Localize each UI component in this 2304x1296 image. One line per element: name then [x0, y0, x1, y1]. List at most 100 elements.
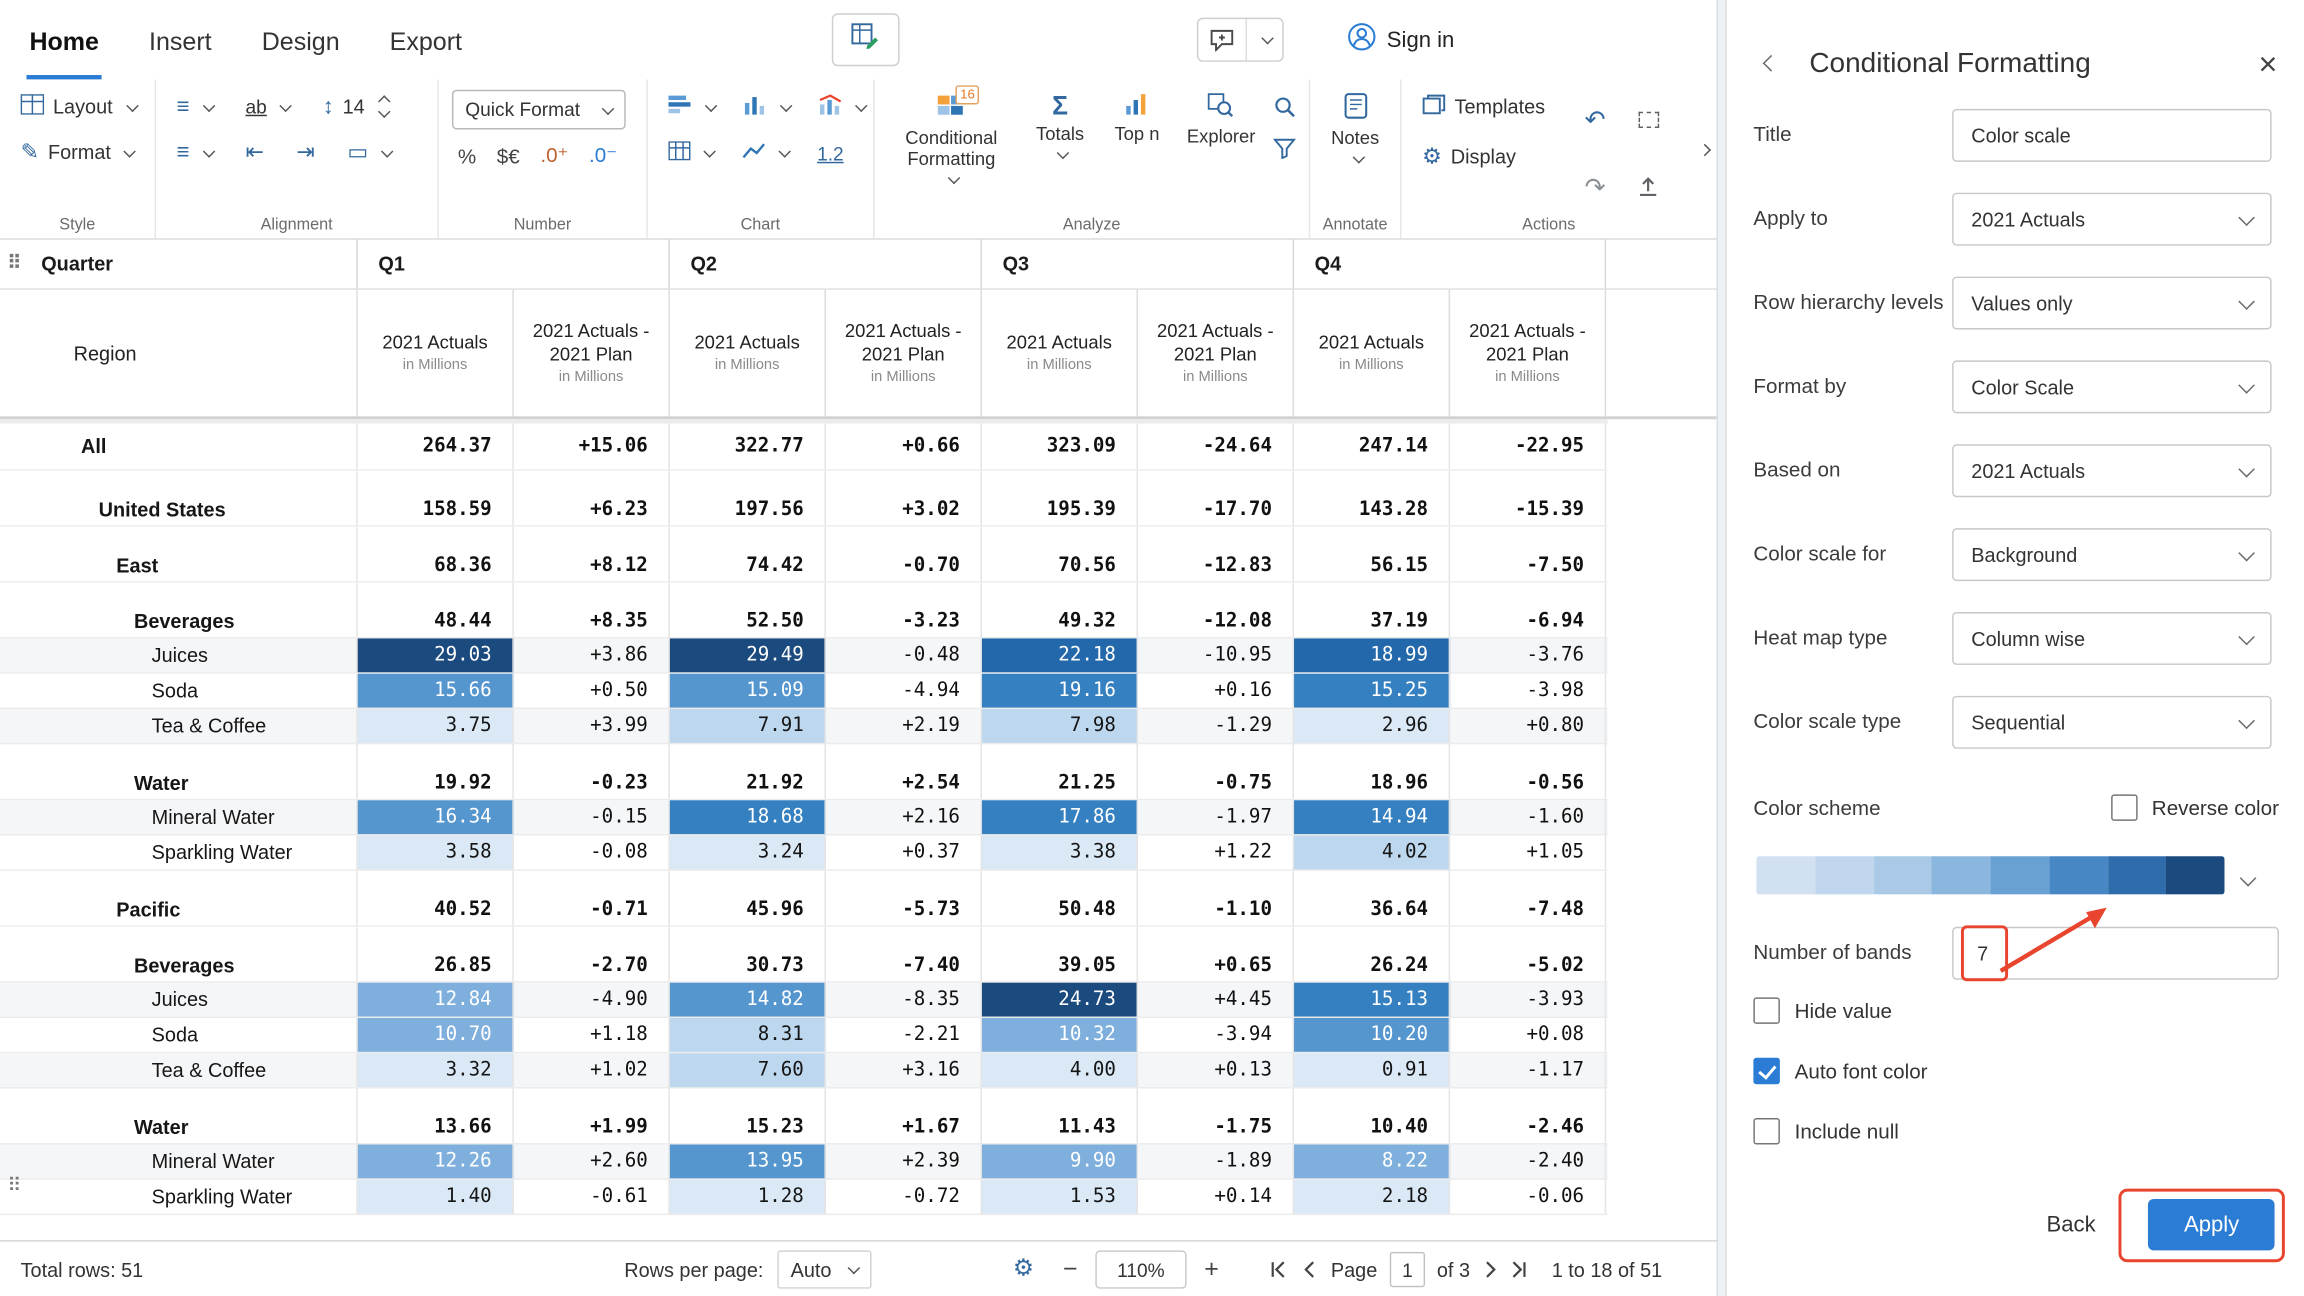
value-cell[interactable]: 8.31 — [670, 1018, 826, 1052]
value-cell[interactable]: 15.66 — [358, 674, 514, 708]
panel-splitter[interactable] — [1717, 0, 1726, 1296]
value-cell[interactable]: -0.71 — [514, 871, 670, 925]
value-cell[interactable]: +0.37 — [826, 836, 982, 870]
value-cell[interactable]: +2.60 — [514, 1145, 670, 1179]
value-cell[interactable]: -12.08 — [1138, 583, 1294, 637]
table-row[interactable]: All264.37+15.06322.77+0.66323.09-24.6424… — [0, 424, 1608, 471]
value-cell[interactable]: +0.08 — [1450, 1018, 1606, 1052]
currency-button[interactable]: $€ — [497, 143, 520, 167]
tab-home[interactable]: Home — [26, 28, 101, 79]
table-row[interactable]: Water19.92-0.2321.92+2.5421.25-0.7518.96… — [0, 744, 1608, 800]
quick-format-select[interactable]: Quick Format — [452, 90, 626, 130]
tab-export[interactable]: Export — [387, 28, 465, 79]
zoom-out-button[interactable]: − — [1063, 1242, 1078, 1296]
include-null-checkbox[interactable]: Include null — [1753, 1118, 1927, 1144]
value-cell[interactable]: 49.32 — [982, 583, 1138, 637]
zoom-level[interactable]: 110% — [1095, 1250, 1186, 1288]
layout-button[interactable]: Layout — [13, 90, 141, 124]
value-cell[interactable]: 56.15 — [1294, 527, 1450, 581]
value-cell[interactable]: 247.14 — [1294, 424, 1450, 470]
value-cell[interactable]: 19.92 — [358, 744, 514, 798]
table-row[interactable]: Juices29.03+3.8629.49-0.4822.18-10.9518.… — [0, 638, 1608, 673]
value-cell[interactable]: 50.48 — [982, 871, 1138, 925]
value-cell[interactable]: +1.18 — [514, 1018, 670, 1052]
value-cell[interactable]: 52.50 — [670, 583, 826, 637]
value-cell[interactable]: +3.99 — [514, 709, 670, 743]
value-cell[interactable]: -4.94 — [826, 674, 982, 708]
table-row[interactable]: Tea & Coffee3.75+3.997.91+2.197.98-1.292… — [0, 709, 1608, 744]
value-cell[interactable]: 15.23 — [670, 1089, 826, 1143]
delta-column-header[interactable]: 2021 Actuals - 2021 Planin Millions — [1450, 290, 1606, 417]
value-cell[interactable]: 7.91 — [670, 709, 826, 743]
value-cell[interactable]: 8.22 — [1294, 1145, 1450, 1179]
value-cell[interactable]: 3.58 — [358, 836, 514, 870]
value-cell[interactable]: +1.99 — [514, 1089, 670, 1143]
value-cell[interactable]: +1.67 — [826, 1089, 982, 1143]
top-n-button[interactable]: Top n — [1105, 90, 1169, 147]
rows-per-page-select[interactable]: Auto — [777, 1250, 871, 1288]
value-cell[interactable]: +3.02 — [826, 471, 982, 525]
value-cell[interactable]: +2.39 — [826, 1145, 982, 1179]
value-cell[interactable]: -1.60 — [1450, 800, 1606, 834]
hide-value-checkbox-box[interactable] — [1753, 997, 1779, 1023]
value-cell[interactable]: +1.02 — [514, 1053, 670, 1087]
value-cell[interactable]: 36.64 — [1294, 871, 1450, 925]
value-cell[interactable]: -2.46 — [1450, 1089, 1606, 1143]
value-cell[interactable]: 2.18 — [1294, 1180, 1450, 1214]
format-button[interactable]: ✎ Format — [13, 137, 141, 168]
value-cell[interactable]: -5.73 — [826, 871, 982, 925]
table-row[interactable]: Mineral Water16.34-0.1518.68+2.1617.86-1… — [0, 800, 1608, 835]
edit-sheet-button[interactable] — [832, 13, 900, 66]
table-row[interactable]: United States158.59+6.23197.56+3.02195.3… — [0, 471, 1608, 527]
auto-font-color-checkbox-box[interactable] — [1753, 1058, 1779, 1084]
line-chart-button[interactable] — [735, 137, 797, 169]
page-number-input[interactable]: 1 — [1390, 1252, 1425, 1287]
value-cell[interactable]: -17.70 — [1138, 471, 1294, 525]
table-row[interactable]: Beverages48.44+8.3552.50-3.2349.32-12.08… — [0, 583, 1608, 639]
table-row[interactable]: Juices12.84-4.9014.82-8.3524.73+4.4515.1… — [0, 983, 1608, 1018]
value-cell[interactable]: 264.37 — [358, 424, 514, 470]
comment-dropdown[interactable] — [1245, 19, 1282, 60]
value-cell[interactable]: +0.14 — [1138, 1180, 1294, 1214]
value-cell[interactable]: 37.19 — [1294, 583, 1450, 637]
value-cell[interactable]: +8.35 — [514, 583, 670, 637]
table-row[interactable]: Pacific40.52-0.7145.96-5.7350.48-1.1036.… — [0, 871, 1608, 927]
text-style-button[interactable]: ab — [238, 91, 298, 122]
value-cell[interactable]: -2.21 — [826, 1018, 982, 1052]
value-cell[interactable]: 14.82 — [670, 983, 826, 1017]
next-page-button[interactable] — [1484, 1242, 1499, 1296]
value-cell[interactable]: -4.90 — [514, 983, 670, 1017]
value-cell[interactable]: 22.18 — [982, 638, 1138, 672]
value-cell[interactable]: +3.86 — [514, 638, 670, 672]
value-cell[interactable]: 17.86 — [982, 800, 1138, 834]
value-cell[interactable]: 7.60 — [670, 1053, 826, 1087]
previous-page-button[interactable] — [1301, 1242, 1316, 1296]
table-row[interactable]: Beverages26.85-2.7030.73-7.4039.05+0.652… — [0, 927, 1608, 983]
marquee-select-icon[interactable] — [1629, 96, 1667, 145]
value-cell[interactable]: 16.34 — [358, 800, 514, 834]
table-row[interactable]: Water13.66+1.9915.23+1.6711.43-1.7510.40… — [0, 1089, 1608, 1145]
value-cell[interactable]: -3.94 — [1138, 1018, 1294, 1052]
quarter-header-q2[interactable]: Q2 — [670, 240, 982, 289]
value-cell[interactable]: -0.08 — [514, 836, 670, 870]
actuals-column-header[interactable]: 2021 Actualsin Millions — [982, 290, 1138, 417]
value-cell[interactable]: 11.43 — [982, 1089, 1138, 1143]
value-cell[interactable]: 3.75 — [358, 709, 514, 743]
apply-button[interactable]: Apply — [2149, 1199, 2275, 1250]
value-cell[interactable]: 0.91 — [1294, 1053, 1450, 1087]
indent-increase-button[interactable]: ⇥ — [289, 137, 322, 168]
value-cell[interactable]: +0.66 — [826, 424, 982, 470]
value-cell[interactable]: -1.29 — [1138, 709, 1294, 743]
display-button[interactable]: ⚙ Display — [1415, 141, 1553, 172]
value-cell[interactable]: +0.13 — [1138, 1053, 1294, 1087]
vertical-align-button[interactable]: ≡ — [169, 137, 220, 168]
value-cell[interactable]: 40.52 — [358, 871, 514, 925]
table-row[interactable]: Soda10.70+1.188.31-2.2110.32-3.9410.20+0… — [0, 1018, 1608, 1053]
value-cell[interactable]: 10.40 — [1294, 1089, 1450, 1143]
value-cell[interactable]: 143.28 — [1294, 471, 1450, 525]
quarter-header-q3[interactable]: Q3 — [982, 240, 1294, 289]
region-header-cell[interactable]: Region — [0, 290, 358, 417]
value-cell[interactable]: -3.98 — [1450, 674, 1606, 708]
delta-column-header[interactable]: 2021 Actuals - 2021 Planin Millions — [514, 290, 670, 417]
color-scheme-strip[interactable] — [1756, 856, 2224, 894]
